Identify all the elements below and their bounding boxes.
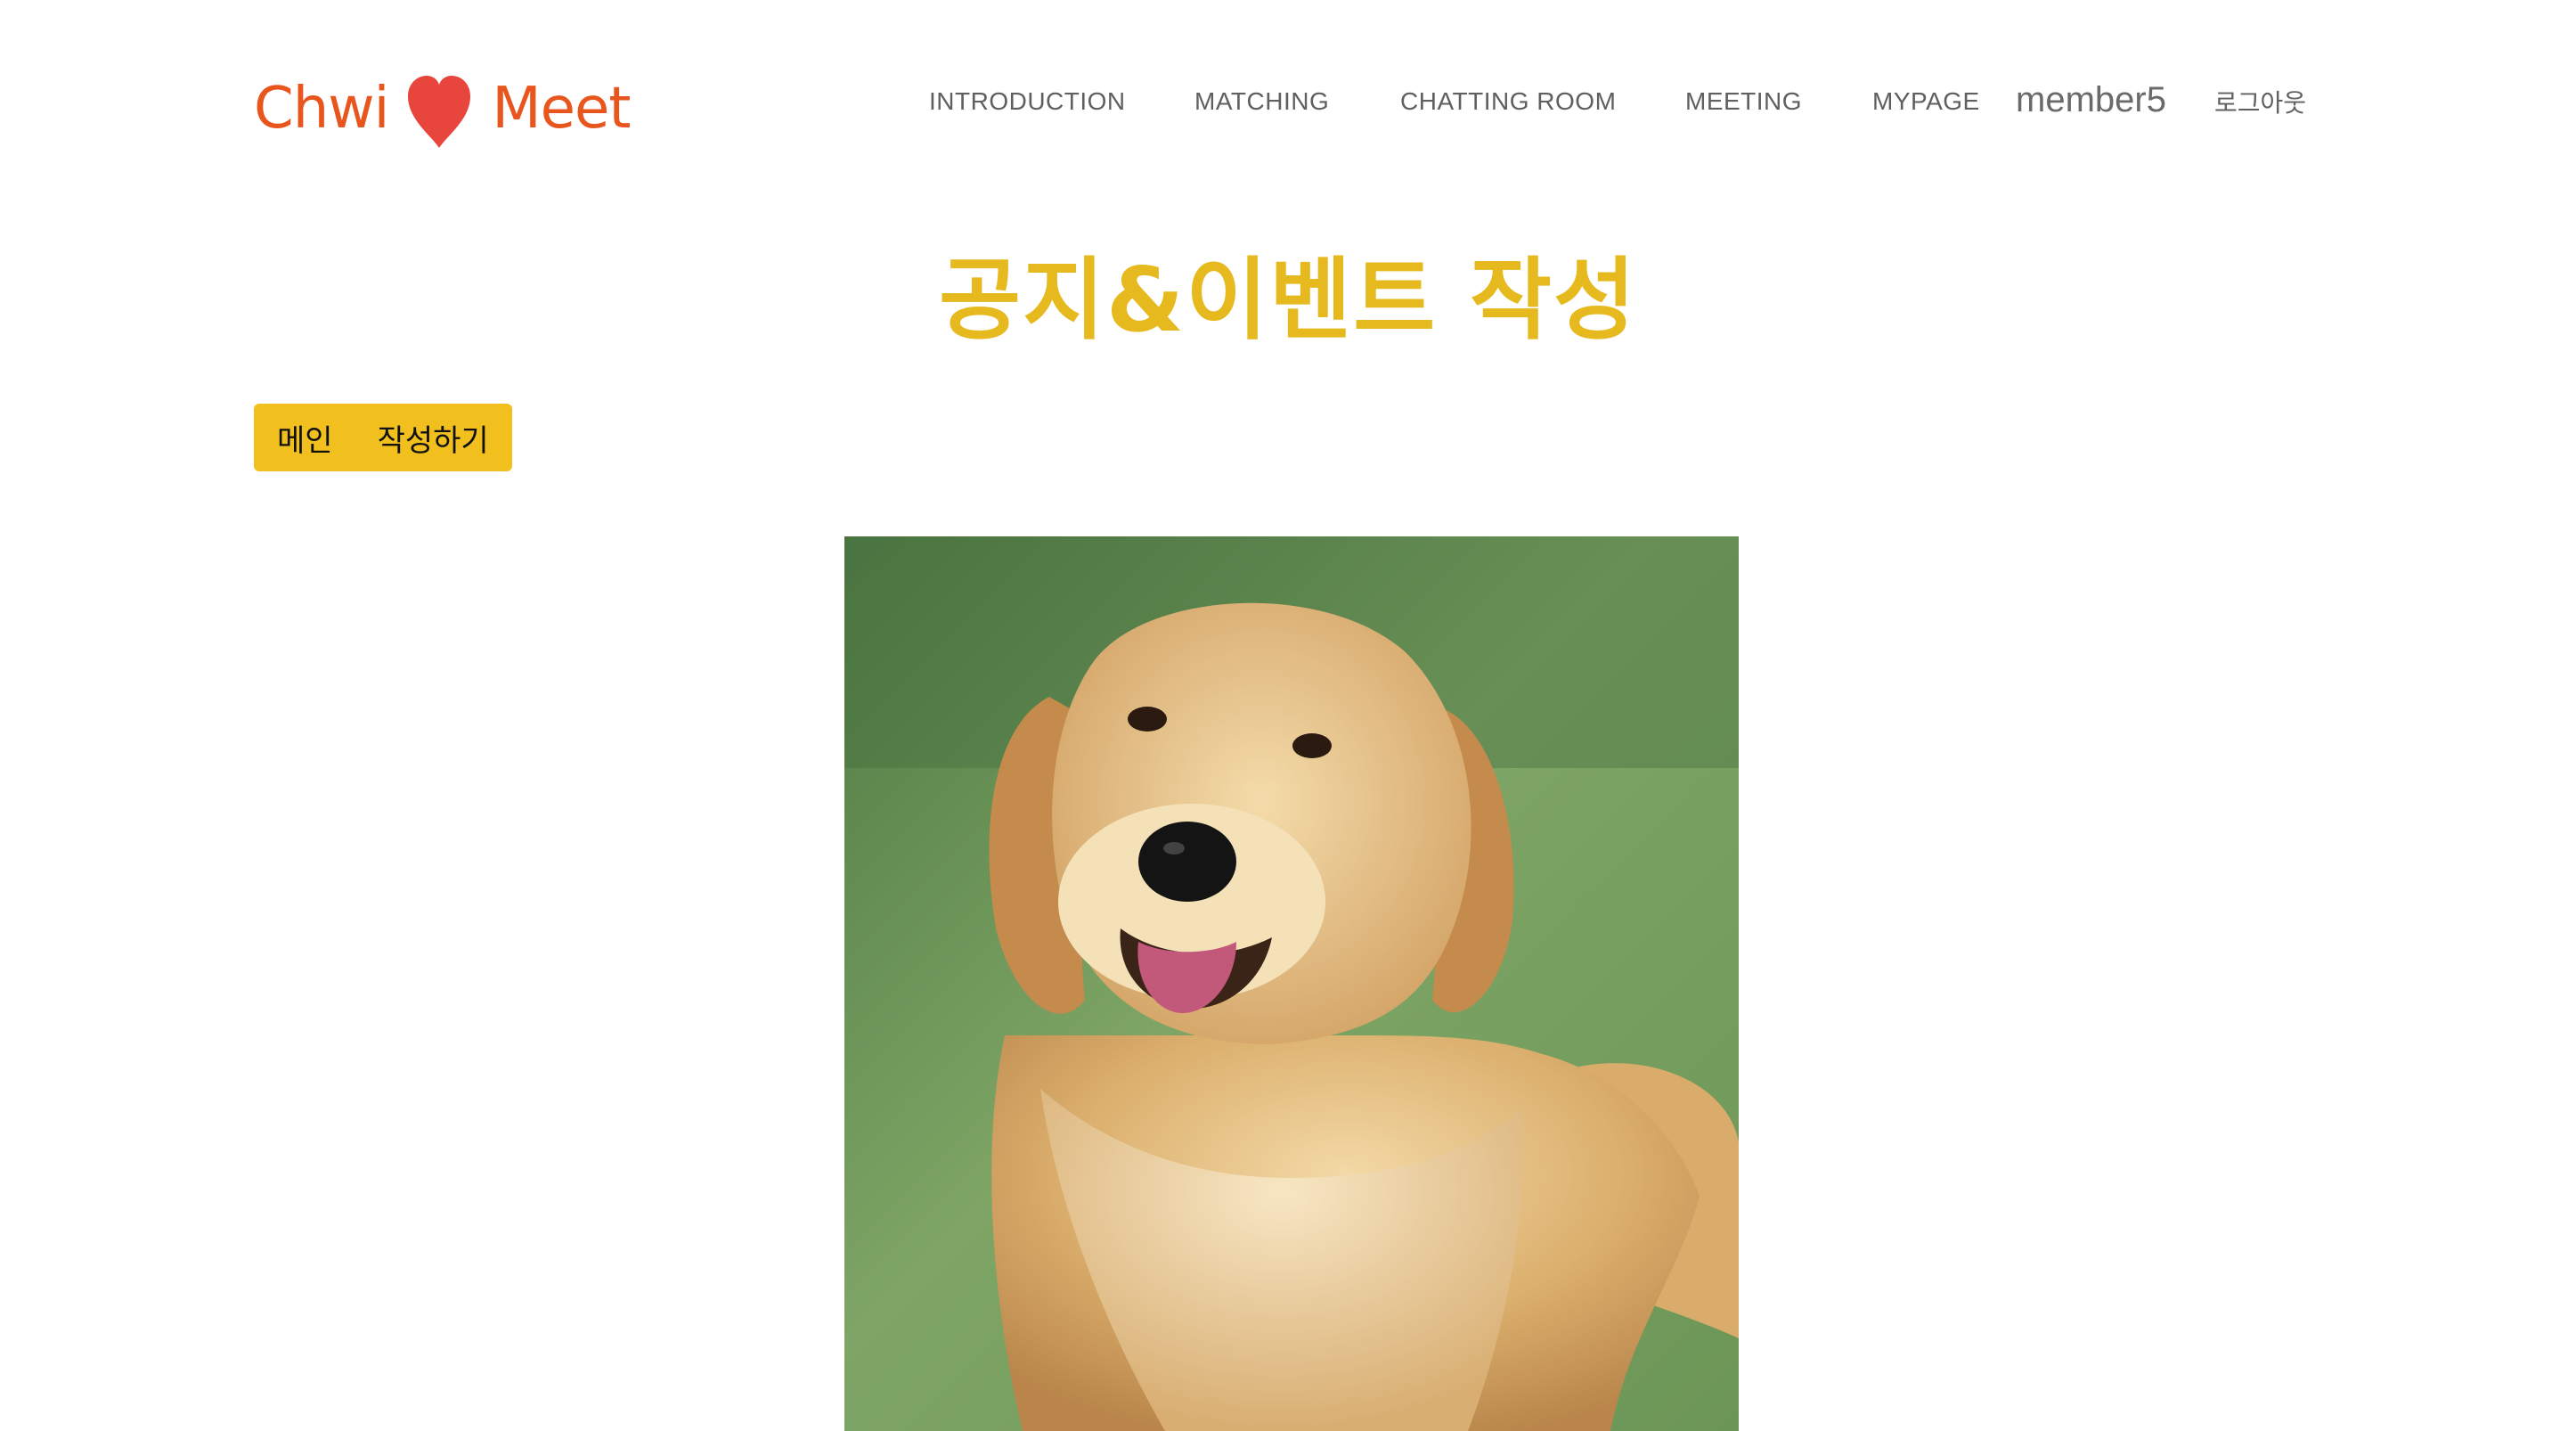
- write-button[interactable]: 작성하기: [378, 416, 489, 460]
- dog-image: [844, 536, 1739, 1431]
- page: Chwi Meet INTRODUCTION MATCHING CHATTING…: [0, 0, 2576, 1431]
- golden-retriever-photo: [844, 536, 1739, 1431]
- nav-mypage[interactable]: MYPAGE: [1872, 87, 1980, 116]
- main-button[interactable]: 메인: [277, 416, 333, 460]
- username: member5: [2016, 80, 2166, 119]
- nav-meeting[interactable]: MEETING: [1685, 87, 1802, 116]
- nav-chatting-room[interactable]: CHATTING ROOM: [1400, 87, 1616, 116]
- nav-introduction[interactable]: INTRODUCTION: [929, 87, 1126, 116]
- nav-matching[interactable]: MATCHING: [1194, 87, 1329, 116]
- logout-link[interactable]: 로그아웃: [2214, 84, 2306, 119]
- page-title: 공지&이벤트 작성: [938, 248, 1638, 352]
- top-nav: INTRODUCTION MATCHING CHATTING ROOM MEET…: [0, 80, 2576, 125]
- action-button-group: 메인 작성하기: [254, 404, 512, 471]
